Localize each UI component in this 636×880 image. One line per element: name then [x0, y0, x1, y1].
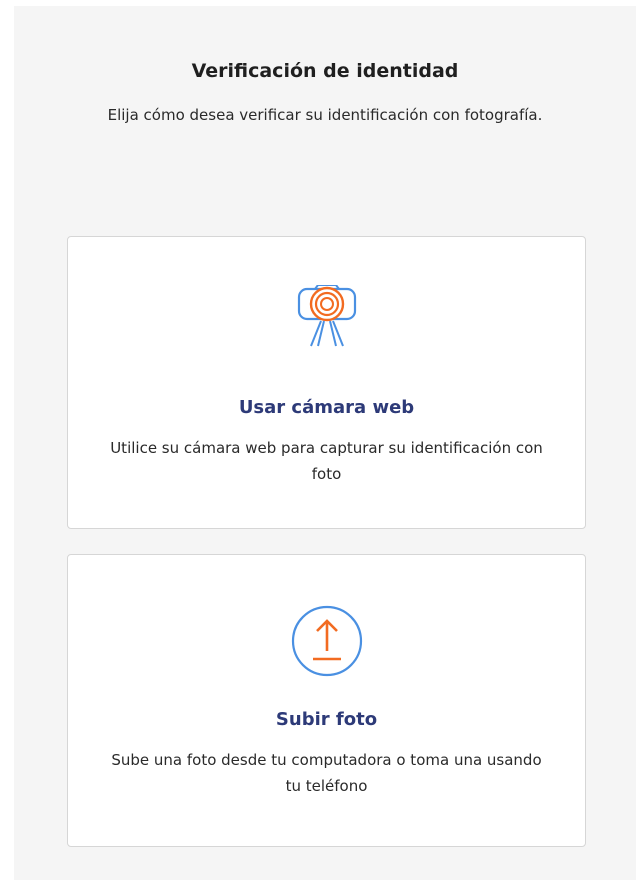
webcam-option-card[interactable]: Usar cámara web Utilice su cámara web pa…	[67, 236, 586, 529]
upload-option-card[interactable]: Subir foto Sube una foto desde tu comput…	[67, 554, 586, 847]
page-title: Verificación de identidad	[191, 60, 459, 82]
page-subtitle: Elija cómo desea verificar su identifica…	[107, 106, 543, 124]
verification-panel: Verificación de identidad Elija cómo des…	[14, 6, 636, 880]
upload-option-description: Sube una foto desde tu computadora o tom…	[111, 751, 542, 795]
webcam-icon	[297, 285, 356, 347]
upload-icon	[291, 605, 362, 677]
upload-option-title: Subir foto	[275, 709, 378, 730]
webcam-option-description: Utilice su cámara web para capturar su i…	[110, 439, 543, 483]
webcam-option-title: Usar cámara web	[238, 397, 415, 418]
